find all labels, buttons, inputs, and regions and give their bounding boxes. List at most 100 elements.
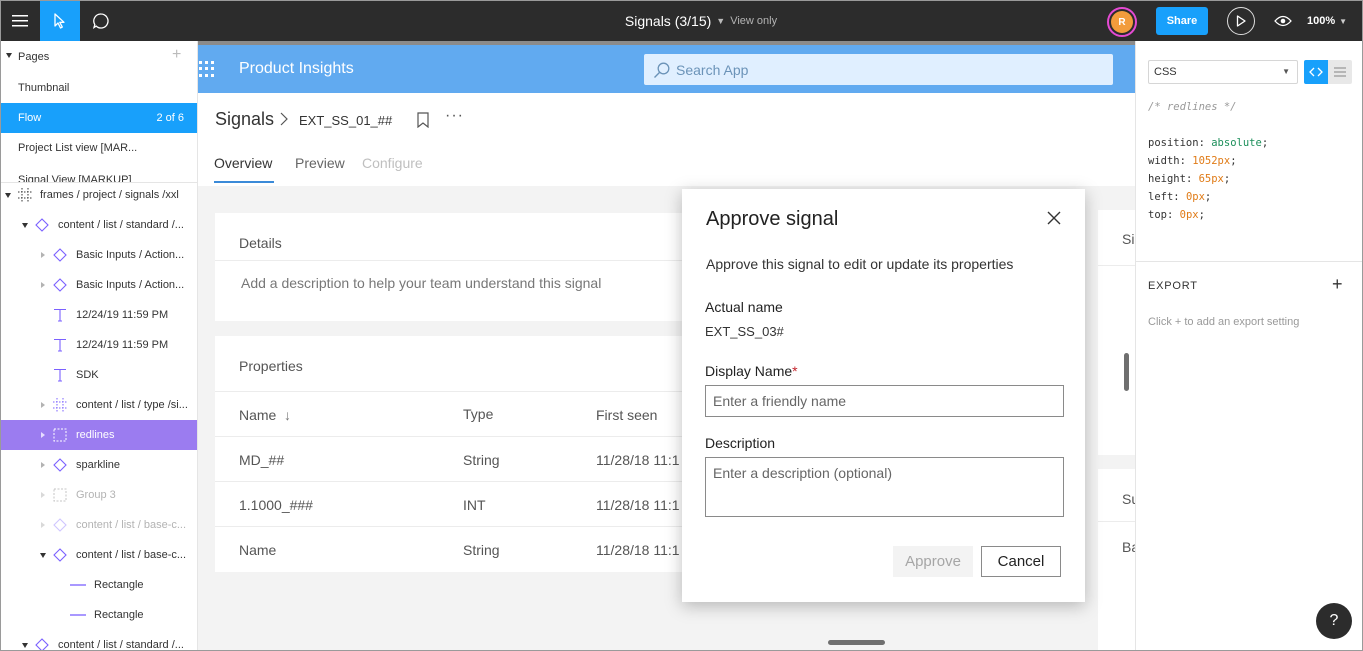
layer-item[interactable]: content / list / base-c... <box>1 540 197 570</box>
page-item-thumbnail[interactable]: Thumbnail <box>1 73 197 103</box>
horizontal-scrollbar[interactable] <box>828 640 885 645</box>
caret-down-icon <box>5 193 11 198</box>
move-tool-button[interactable] <box>40 1 80 41</box>
layer-item[interactable]: content / list / type /si... <box>1 390 197 420</box>
help-button[interactable]: ? <box>1316 603 1352 639</box>
layer-label: content / list / base-c... <box>76 519 187 531</box>
tab-configure[interactable]: Configure <box>362 155 423 171</box>
component-instance-icon <box>34 637 50 650</box>
breadcrumb-current: EXT_SS_01_## <box>299 113 393 128</box>
cancel-button[interactable]: Cancel <box>981 546 1061 577</box>
text-icon <box>52 337 68 353</box>
app-search-box[interactable]: Search App <box>644 54 1113 85</box>
file-title[interactable]: Signals (3/15) ▼ View only <box>561 1 841 41</box>
eye-icon <box>1274 15 1292 27</box>
pages-label: Pages <box>18 51 50 63</box>
figma-window: Signals (3/15) ▼ View only R Share 100% … <box>0 0 1363 651</box>
preview-button[interactable] <box>1269 9 1297 33</box>
properties-card: Properties Name ↓ Type First seen MD_## … <box>215 336 695 572</box>
share-button[interactable]: Share <box>1156 7 1208 35</box>
code-view-button[interactable] <box>1304 60 1328 84</box>
display-name-label: Display Name* <box>705 363 798 379</box>
description-textarea[interactable] <box>705 457 1064 517</box>
layer-item[interactable]: frames / project / signals /xxl <box>1 180 197 210</box>
component-instance-icon <box>52 277 68 293</box>
tab-overview[interactable]: Overview <box>214 155 272 171</box>
css-line: top: 0px; <box>1148 209 1205 221</box>
details-card: Details Add a description to help your t… <box>215 213 695 321</box>
column-header-first-seen[interactable]: First seen <box>596 407 657 423</box>
approve-button[interactable]: Approve <box>893 546 973 577</box>
frame-icon <box>52 397 68 413</box>
add-page-icon[interactable]: + <box>172 46 181 64</box>
pages-header[interactable]: Pages + <box>1 41 197 73</box>
close-icon[interactable] <box>1047 211 1061 230</box>
approve-signal-dialog: Approve signal Approve this signal to ed… <box>682 189 1085 602</box>
column-header-type[interactable]: Type <box>463 406 493 422</box>
table-cell-type: String <box>463 542 500 558</box>
divider <box>1098 521 1135 522</box>
bookmark-icon[interactable] <box>417 112 429 133</box>
page-label: Thumbnail <box>18 82 70 94</box>
layer-label: content / list / base-c... <box>76 549 187 561</box>
sort-down-icon[interactable]: ↓ <box>284 407 291 423</box>
layer-label: 12/24/19 11:59 PM <box>76 309 169 321</box>
line-icon <box>70 607 86 623</box>
layer-item[interactable]: Basic Inputs / Action... <box>1 240 197 270</box>
layer-label: Rectangle <box>94 579 144 591</box>
layer-item[interactable]: 12/24/19 11:59 PM <box>1 330 197 360</box>
line-icon <box>70 577 86 593</box>
text-icon <box>52 367 68 383</box>
vertical-scrollbar[interactable] <box>1124 353 1129 391</box>
file-title-text: Signals (3/15) <box>624 13 712 29</box>
user-avatar[interactable]: R <box>1107 7 1137 37</box>
layer-label: Rectangle <box>94 609 144 621</box>
layer-item[interactable]: content / list / standard /... <box>1 630 197 651</box>
layer-item-hidden[interactable]: Group 3 <box>1 480 197 510</box>
component-instance-icon <box>52 457 68 473</box>
frame-icon <box>17 187 33 203</box>
layer-item[interactable]: Rectangle <box>1 570 197 600</box>
language-select[interactable]: CSS ▼ <box>1148 60 1298 84</box>
main-menu-button[interactable] <box>1 1 39 41</box>
app-title: Product Insights <box>239 60 354 77</box>
layer-item[interactable]: 12/24/19 11:59 PM <box>1 300 197 330</box>
display-name-input[interactable] <box>705 385 1064 417</box>
details-description[interactable]: Add a description to help your team unde… <box>241 275 601 291</box>
list-view-button[interactable] <box>1328 60 1352 84</box>
present-button[interactable] <box>1227 7 1255 35</box>
app-launcher-icon[interactable] <box>199 61 215 77</box>
layer-label: content / list / standard /... <box>58 639 184 651</box>
layer-item[interactable]: SDK <box>1 360 197 390</box>
divider <box>215 436 695 437</box>
side-card-top: Si <box>1098 210 1135 455</box>
caret-down-icon <box>22 223 28 228</box>
table-cell-name: MD_## <box>239 452 285 468</box>
display-name-label-text: Display Name <box>705 363 793 379</box>
layer-item-selected[interactable]: redlines <box>1 420 197 450</box>
breadcrumb-signals[interactable]: Signals <box>215 109 274 130</box>
zoom-dropdown[interactable]: 100% ▼ <box>1307 1 1357 41</box>
css-line: height: 65px; <box>1148 173 1231 185</box>
layer-item[interactable]: Basic Inputs / Action... <box>1 270 197 300</box>
tab-preview[interactable]: Preview <box>295 155 345 171</box>
layer-item[interactable]: content / list / standard /... <box>1 210 197 240</box>
column-header-name[interactable]: Name <box>239 407 276 423</box>
more-options-icon[interactable]: ··· <box>445 107 464 125</box>
caret-right-icon <box>41 282 45 288</box>
page-item-flow[interactable]: Flow 2 of 6 <box>1 103 197 133</box>
layer-label: Group 3 <box>76 489 116 501</box>
layer-label: content / list / standard /... <box>58 219 184 231</box>
layer-item-hidden[interactable]: content / list / base-c... <box>1 510 197 540</box>
page-item-project-list[interactable]: Project List view [MAR... <box>1 133 197 163</box>
layer-item[interactable]: sparkline <box>1 450 197 480</box>
page-label: Flow <box>18 112 42 124</box>
add-export-icon[interactable]: + <box>1332 274 1343 295</box>
table-cell-first-seen: 11/28/18 11:1 <box>596 497 680 513</box>
layer-item[interactable]: Rectangle <box>1 600 197 630</box>
caret-down-icon <box>22 643 28 648</box>
search-icon <box>653 61 671 84</box>
page-label: Project List view [MAR... <box>18 142 138 154</box>
play-icon <box>1236 15 1246 27</box>
comment-tool-button[interactable] <box>81 1 121 41</box>
